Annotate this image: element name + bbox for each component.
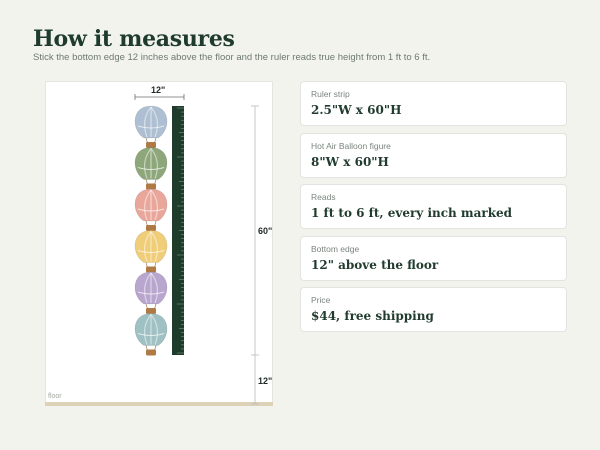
spec-card-price: Price $44, free shipping [300,287,567,332]
offset-dimension-label: 12" [258,376,273,386]
hot-air-balloon-icon [134,147,168,190]
spec-value: 1 ft to 6 ft, every inch marked [311,206,513,220]
hot-air-balloon-icon [134,271,168,314]
width-dimension-label: 12" [151,85,166,95]
spec-label: Reads [311,192,336,202]
spec-label: Price [311,295,331,305]
spec-card-reads: Reads 1 ft to 6 ft, every inch marked [300,184,567,229]
spec-label: Ruler strip [311,89,350,99]
spec-value: 8"W x 60"H [311,155,389,169]
spec-label: Hot Air Balloon figure [311,141,391,151]
hot-air-balloon-icon [134,313,168,356]
hot-air-balloon-icon [134,230,168,273]
hot-air-balloon-icon [134,105,168,148]
spec-card-ruler-strip: Ruler strip 2.5"W x 60"H [300,81,567,126]
spec-label: Bottom edge [311,244,360,254]
spec-card-figure: Hot Air Balloon figure 8"W x 60"H [300,133,567,178]
hot-air-balloon-icon [134,188,168,231]
balloon-stack [134,105,168,356]
spec-value: $44, free shipping [311,309,434,323]
spec-value: 2.5"W x 60"H [311,103,402,117]
spec-value: 12" above the floor [311,258,439,272]
spec-card-bottom-edge: Bottom edge 12" above the floor [300,236,567,281]
height-dimension-label: 60" [258,226,273,236]
